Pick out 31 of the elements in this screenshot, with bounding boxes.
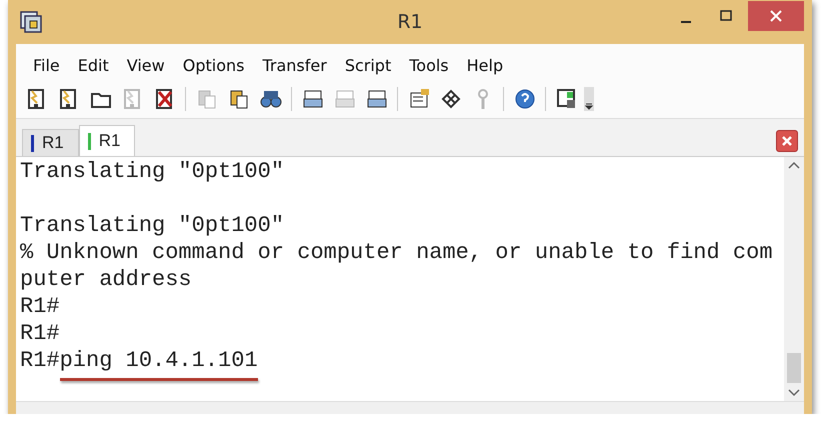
terminal-line: Translating "0pt100" <box>20 159 284 184</box>
toolbar-overflow-icon[interactable] <box>584 86 594 110</box>
scroll-down-icon[interactable] <box>788 389 800 397</box>
menu-item[interactable]: View <box>118 52 174 79</box>
session-tab[interactable]: R1 <box>22 129 79 156</box>
scrollbar[interactable] <box>784 157 804 401</box>
close-button[interactable] <box>748 1 804 31</box>
menu-item[interactable]: Tools <box>400 52 458 79</box>
terminal-line: R1# <box>20 348 60 373</box>
app-icon <box>20 11 42 33</box>
window-title: R1 <box>397 11 423 33</box>
menu-item[interactable]: Edit <box>68 52 118 79</box>
maximize-icon <box>720 10 732 22</box>
menu-item[interactable]: Options <box>174 52 254 79</box>
minimize-icon <box>681 21 691 23</box>
terminal-line: R1# <box>20 321 60 346</box>
terminal-line: % Unknown command or computer name, or unable to find com <box>20 240 773 265</box>
terminal-line: puter address <box>20 267 192 292</box>
close-tab-button[interactable] <box>776 130 798 152</box>
menu-item[interactable]: File <box>24 52 69 79</box>
close-icon <box>770 10 782 22</box>
terminal-line: Translating "0pt100" <box>20 213 284 238</box>
menu-item[interactable]: Script <box>336 52 400 79</box>
scroll-up-icon[interactable] <box>788 161 800 169</box>
close-icon <box>781 135 793 147</box>
terminal-line: R1# <box>20 294 60 319</box>
terminal-command: ping 10.4.1.101 <box>60 348 258 373</box>
session-tab[interactable]: R1 <box>78 125 136 156</box>
menu-item[interactable]: Help <box>458 52 512 79</box>
menu-item[interactable]: Transfer <box>253 52 336 79</box>
scrollbar-thumb[interactable] <box>787 353 801 383</box>
